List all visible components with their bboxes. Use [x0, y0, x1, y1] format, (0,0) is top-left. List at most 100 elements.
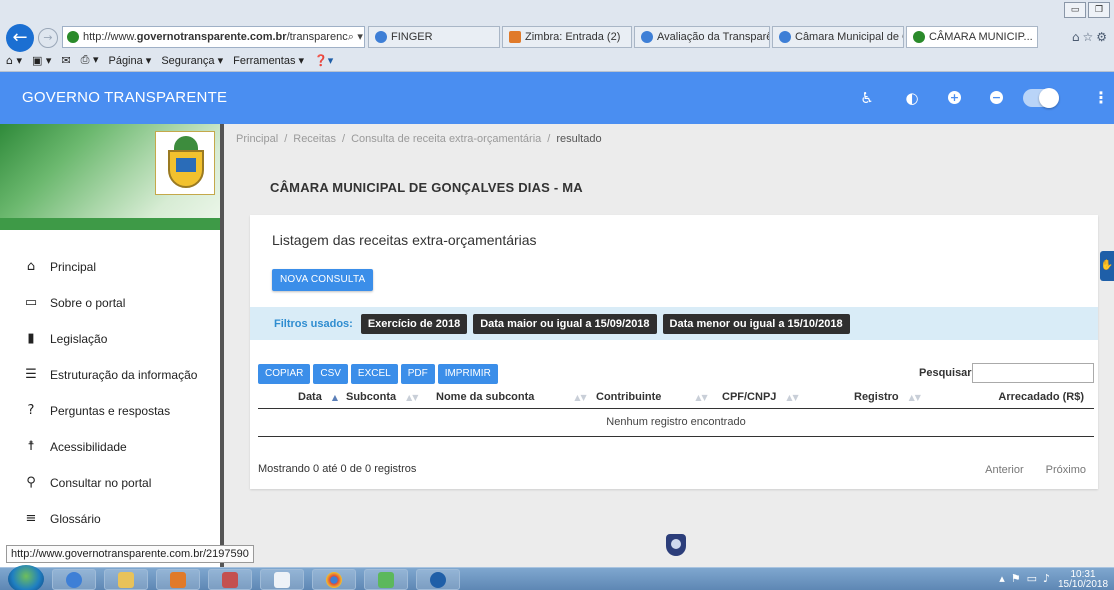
sidebar-item-glossario[interactable]: ≡ Glossário [0, 501, 220, 537]
window-controls: ▭ ❐ [1064, 2, 1110, 18]
system-tray-icons[interactable]: ▴⚑▭♪ [999, 572, 1056, 585]
theme-toggle[interactable] [1023, 88, 1059, 108]
app-icon [378, 572, 394, 588]
mail-icon[interactable]: ✉ [61, 54, 70, 67]
sidebar-item-sobre[interactable]: ▭ Sobre o portal [0, 285, 220, 321]
feeds-icon[interactable]: ▣ ▾ [32, 54, 51, 67]
column-header-data[interactable]: Data ▲ [258, 386, 342, 409]
sidebar-item-label: Sobre o portal [50, 296, 126, 310]
address-tools-icon[interactable]: ⌕ ▾ C [348, 30, 364, 44]
taskbar-tools[interactable] [208, 569, 252, 590]
breadcrumb-principal[interactable]: Principal [236, 133, 278, 145]
print-button[interactable]: IMPRIMIR [437, 364, 498, 384]
sidebar-item-acessibilidade[interactable]: ☨ Acessibilidade [0, 429, 220, 465]
page-title: CÂMARA MUNICIPAL DE GONÇALVES DIAS - MA [270, 180, 583, 195]
sidebar-item-label: Principal [50, 260, 97, 274]
restore-icon[interactable]: ❐ [1088, 2, 1110, 18]
home-icon[interactable]: ⌂ ▾ [6, 54, 22, 67]
copy-button[interactable]: COPIAR [258, 364, 311, 384]
close-tab-icon[interactable]: × [1033, 31, 1037, 44]
home-star-gear-icons[interactable]: ⌂☆⚙ [1072, 30, 1110, 44]
accessibility-widget-icon[interactable]: ✋ [1100, 251, 1114, 281]
more-options-icon[interactable]: ⋮ [1093, 88, 1109, 108]
person-icon: ☨ [27, 439, 35, 454]
print-icon[interactable]: ⎙ ▾ [81, 53, 99, 67]
taskbar-search[interactable] [416, 569, 460, 590]
zoom-in-icon[interactable]: + [948, 91, 961, 104]
taskbar-clock[interactable]: 10:31 15/10/2018 [1058, 570, 1108, 590]
outlook-icon [170, 572, 186, 588]
tab-label: Avaliação da Transparê... [657, 31, 770, 43]
taskbar-explorer[interactable] [104, 569, 148, 590]
taskbar-app[interactable] [364, 569, 408, 590]
table-header-row: Data ▲ Subconta ▲▼ Nome da subconta ▲▼ Cont… [258, 386, 1094, 409]
list-icon: ≡ [25, 511, 37, 526]
search-icon: ⚲ [26, 475, 36, 490]
tab-zimbra[interactable]: Zimbra: Entrada (2) [502, 26, 632, 48]
folder-icon [118, 572, 134, 588]
column-label: Arrecadado (R$) [998, 390, 1084, 403]
breadcrumb-receitas[interactable]: Receitas [293, 133, 336, 145]
sidebar-item-perguntas[interactable]: ? Perguntas e respostas [0, 393, 220, 429]
tab-finger[interactable]: FINGER [368, 26, 500, 48]
back-button[interactable]: ← [6, 24, 34, 52]
menu-seguranca[interactable]: Segurança ▾ [161, 54, 223, 67]
list-box-icon: ☰ [25, 367, 37, 382]
tab-camara-active[interactable]: CÂMARA MUNICIP... × [906, 26, 1038, 48]
search-label: Pesquisar [919, 367, 972, 379]
column-header-subconta[interactable]: Subconta ▲▼ [342, 386, 432, 409]
forward-button[interactable]: → [38, 28, 58, 48]
windows-taskbar: ▴⚑▭♪ 10:31 15/10/2018 [0, 565, 1114, 590]
zoom-out-icon[interactable]: − [990, 91, 1003, 104]
address-bar[interactable]: http://www. governotransparente.com.br/tr… [62, 26, 365, 48]
sidebar-item-legislacao[interactable]: ▮ Legislação [0, 321, 220, 357]
sidebar-item-principal[interactable]: ⌂ Principal [0, 249, 220, 285]
tab-label: Câmara Municipal de G... [795, 31, 903, 43]
breadcrumb-separator: / [342, 133, 346, 145]
browser-chrome: ▭ ❐ ← → http://www. governotransparente.c… [0, 0, 1114, 72]
help-icon[interactable]: ❓▾ [314, 54, 333, 67]
sort-icon: ▲▼ [908, 392, 921, 402]
sidebar-menu: ⌂ Principal ▭ Sobre o portal ▮ Legislaçã… [0, 249, 220, 537]
column-header-cpf-cnpj[interactable]: CPF/CNPJ ▲▼ [718, 386, 834, 409]
breadcrumb-consulta[interactable]: Consulta de receita extra-orçamentária [351, 133, 541, 145]
accessibility-icon[interactable]: ♿ [857, 88, 877, 108]
ie-icon [66, 572, 82, 588]
taskbar-outlook[interactable] [156, 569, 200, 590]
column-header-contribuinte[interactable]: Contribuinte ▲▼ [592, 386, 718, 409]
clock-date: 15/10/2018 [1058, 579, 1109, 590]
excel-button[interactable]: EXCEL [350, 364, 398, 384]
new-query-button[interactable]: NOVA CONSULTA [272, 269, 374, 291]
brand-title[interactable]: GOVERNO TRANSPARENTE [22, 89, 227, 106]
menu-pagina[interactable]: Página ▾ [108, 54, 151, 67]
next-page-button[interactable]: Próximo [1046, 464, 1086, 476]
contrast-icon[interactable]: ◐ [902, 88, 922, 108]
tools-icon [222, 572, 238, 588]
search-input[interactable] [972, 363, 1094, 383]
document-icon: ▮ [27, 331, 35, 346]
table-info: Mostrando 0 até 0 de 0 registros [258, 463, 417, 475]
previous-page-button[interactable]: Anterior [985, 464, 1024, 476]
column-header-nome-subconta[interactable]: Nome da subconta ▲▼ [432, 386, 592, 409]
minimize-icon[interactable]: ▭ [1064, 2, 1086, 18]
tab-label: CÂMARA MUNICIP... [929, 31, 1033, 43]
sidebar-item-consultar[interactable]: ⚲ Consultar no portal [0, 465, 220, 501]
taskbar-ie[interactable] [52, 569, 96, 590]
column-header-registro[interactable]: Registro ▲▼ [834, 386, 944, 409]
csv-button[interactable]: CSV [313, 364, 348, 384]
sidebar-item-label: Perguntas e respostas [50, 404, 171, 418]
tab-camara[interactable]: Câmara Municipal de G... [772, 26, 904, 48]
ie-tab-icon [375, 31, 387, 43]
footer-logo-icon [666, 534, 686, 556]
pdf-button[interactable]: PDF [400, 364, 435, 384]
url-prefix: http://www. [83, 31, 137, 43]
tab-avaliacao[interactable]: Avaliação da Transparê... [634, 26, 770, 48]
sidebar-item-estruturacao[interactable]: ☰ Estruturação da informação [0, 357, 220, 393]
column-label: Nome da subconta [436, 390, 535, 403]
start-button[interactable] [8, 565, 44, 590]
column-header-arrecadado[interactable]: Arrecadado (R$) [944, 386, 1094, 409]
municipal-crest-logo [155, 131, 215, 195]
taskbar-document[interactable] [260, 569, 304, 590]
taskbar-chrome[interactable] [312, 569, 356, 590]
menu-ferramentas[interactable]: Ferramentas ▾ [233, 54, 304, 67]
